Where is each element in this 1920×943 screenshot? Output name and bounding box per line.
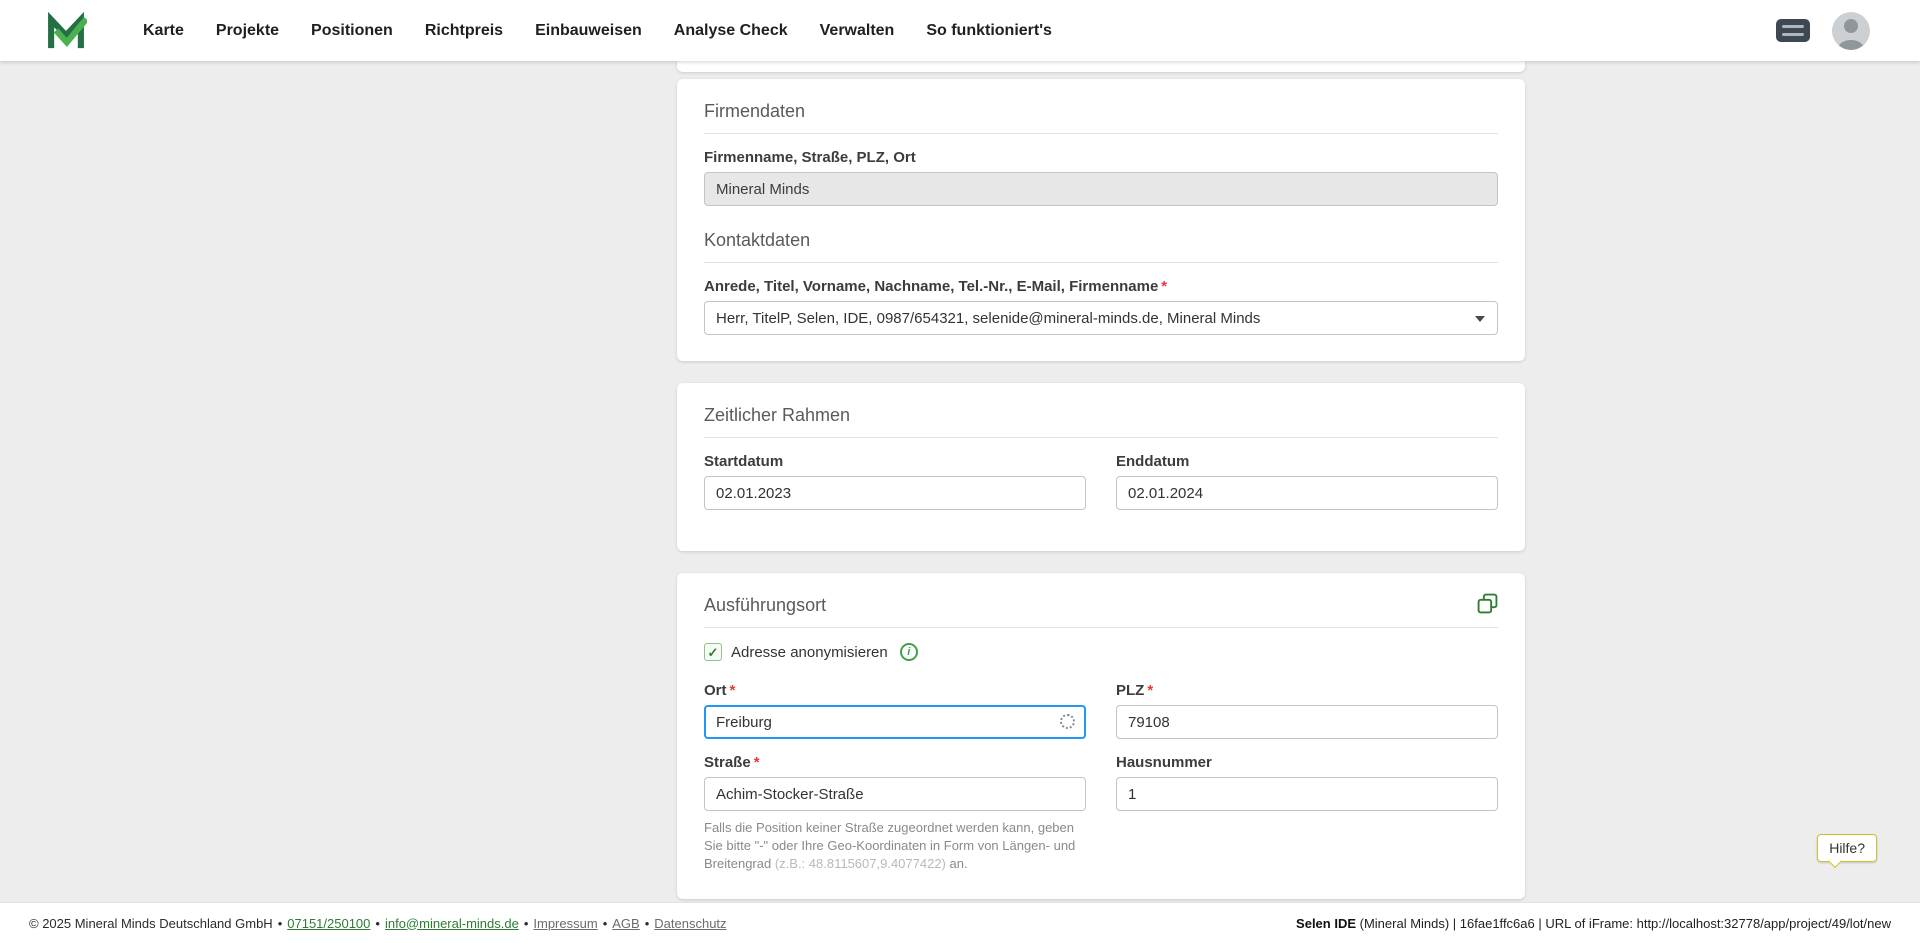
startdatum-label: Startdatum [704,453,1086,470]
required-marker: * [754,754,760,771]
contact-select[interactable]: Herr, TitelP, Selen, IDE, 0987/654321, s… [704,301,1498,335]
plz-label: PLZ* [1116,682,1498,699]
anonymize-label: Adresse anonymisieren [731,644,888,661]
required-marker: * [1161,278,1167,295]
ort-label: Ort* [704,682,1086,699]
nav-item-verwalten[interactable]: Verwalten [820,22,895,40]
divider [704,262,1498,263]
footer-app-name: Selen IDE [1296,916,1356,931]
user-avatar[interactable] [1832,12,1870,50]
enddatum-label: Enddatum [1116,453,1498,470]
footer-datenschutz-link[interactable]: Datenschutz [654,916,726,931]
divider [704,627,1498,628]
ort-label-text: Ort [704,682,727,699]
nav-item-richtpreis[interactable]: Richtpreis [425,22,503,40]
firmendaten-card: Firmendaten Firmenname, Straße, PLZ, Ort… [677,79,1525,361]
divider [704,437,1498,438]
footer-left: © 2025 Mineral Minds Deutschland GmbH • 07… [29,916,727,931]
company-label: Firmenname, Straße, PLZ, Ort [704,149,1498,166]
firmendaten-title: Firmendaten [704,101,1498,122]
logo-m-icon [45,10,87,52]
info-icon[interactable]: i [900,643,918,661]
nav-item-karte[interactable]: Karte [143,22,184,40]
previous-card-bottom [677,61,1525,72]
nav-item-einbauweisen[interactable]: Einbauweisen [535,22,642,40]
footer-impressum-link[interactable]: Impressum [533,916,597,931]
help-button[interactable]: Hilfe? [1817,834,1877,862]
ausfuehrungsort-title: Ausführungsort [704,595,1498,616]
required-marker: * [730,682,736,699]
footer-separator: • [524,916,529,931]
loading-spinner-icon [1060,714,1075,729]
hint-text-end: an. [946,856,968,871]
footer-separator: • [645,916,650,931]
top-navbar: Karte Projekte Positionen Richtpreis Ein… [0,0,1920,61]
zeitraum-title: Zeitlicher Rahmen [704,405,1498,426]
server-icon[interactable] [1776,19,1810,42]
divider [704,133,1498,134]
form-column: Firmendaten Firmenname, Straße, PLZ, Ort… [677,61,1525,902]
anonymize-checkbox[interactable]: ✓ [704,643,722,661]
anonymize-row: ✓ Adresse anonymisieren i [704,643,1498,661]
contact-label: Anrede, Titel, Vorname, Nachname, Tel.-N… [704,278,1498,295]
ausfuehrungsort-card: Ausführungsort ✓ Adresse anonymisieren i… [677,573,1525,899]
footer-debug-rest: (Mineral Minds) | 16fae1ffc6a6 | URL of … [1356,916,1891,931]
navbar-right [1776,12,1870,50]
strasse-hint: Falls die Position keiner Straße zugeord… [704,819,1086,873]
zeitraum-card: Zeitlicher Rahmen Startdatum Enddatum [677,383,1525,551]
footer-debug-info: Selen IDE (Mineral Minds) | 16fae1ffc6a6… [1296,916,1891,931]
nav-item-projekte[interactable]: Projekte [216,22,279,40]
strasse-label-text: Straße [704,754,751,771]
hint-example: (z.B.: 48.8115607,9.4077422) [775,856,946,871]
ort-input[interactable] [704,705,1086,739]
footer-phone-link[interactable]: 07151/250100 [287,916,370,931]
footer-separator: • [278,916,283,931]
page-content: Firmendaten Firmenname, Straße, PLZ, Ort… [0,61,1920,902]
required-marker: * [1147,682,1153,699]
footer-separator: • [375,916,380,931]
nav-item-positionen[interactable]: Positionen [311,22,393,40]
main-nav: Karte Projekte Positionen Richtpreis Ein… [143,22,1052,40]
company-input [704,172,1498,206]
startdatum-input[interactable] [704,476,1086,510]
contact-label-text: Anrede, Titel, Vorname, Nachname, Tel.-N… [704,278,1158,295]
footer-copyright: © 2025 Mineral Minds Deutschland GmbH [29,916,273,931]
footer: © 2025 Mineral Minds Deutschland GmbH • 07… [0,902,1920,943]
footer-separator: • [603,916,608,931]
footer-email-link[interactable]: info@mineral-minds.de [385,916,519,931]
strasse-input[interactable] [704,777,1086,811]
contact-select-value: Herr, TitelP, Selen, IDE, 0987/654321, s… [716,310,1260,327]
hausnummer-label: Hausnummer [1116,754,1498,771]
kontaktdaten-title: Kontaktdaten [704,230,1498,251]
enddatum-input[interactable] [1116,476,1498,510]
plz-input[interactable] [1116,705,1498,739]
hausnummer-input[interactable] [1116,777,1498,811]
strasse-label: Straße* [704,754,1086,771]
plz-label-text: PLZ [1116,682,1144,699]
chevron-down-icon [1475,316,1485,322]
nav-item-analyse-check[interactable]: Analyse Check [674,22,788,40]
nav-item-so-funktionierts[interactable]: So funktioniert's [926,22,1052,40]
footer-agb-link[interactable]: AGB [612,916,639,931]
copy-icon[interactable] [1477,593,1498,619]
mineral-minds-logo[interactable] [45,10,87,52]
